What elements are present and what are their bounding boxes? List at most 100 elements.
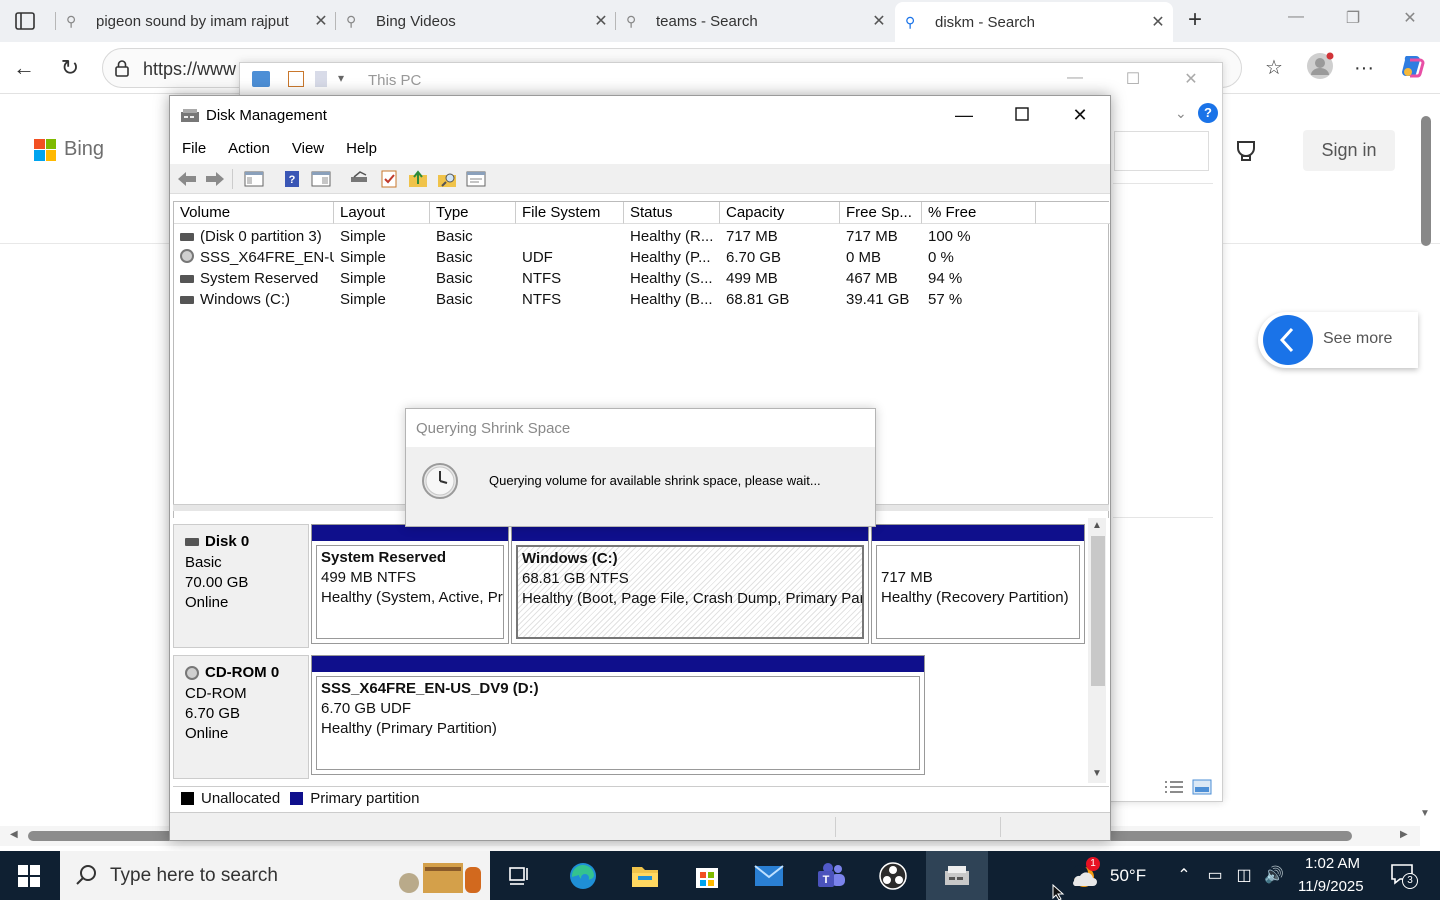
rewards-icon[interactable]: [1232, 136, 1262, 166]
partition-cdrom-d[interactable]: SSS_X64FRE_EN-US_DV9 (D:) 6.70 GB UDF He…: [311, 655, 925, 775]
new-tab-button[interactable]: +: [1180, 6, 1210, 36]
search-icon: [76, 865, 96, 885]
maximize-icon[interactable]: ☐: [1113, 69, 1153, 89]
tab-close-icon[interactable]: ✕: [1143, 12, 1173, 32]
column-header-percent-free[interactable]: % Free: [922, 202, 1036, 224]
scroll-up-arrow-icon[interactable]: ▲: [1092, 520, 1102, 531]
mail-taskbar-button[interactable]: [740, 851, 798, 900]
tab-close-icon[interactable]: ✕: [864, 11, 894, 31]
menu-view[interactable]: View: [280, 136, 334, 162]
close-icon[interactable]: ✕: [1057, 100, 1103, 130]
menu-action[interactable]: Action: [216, 136, 280, 162]
back-button[interactable]: ←: [8, 52, 40, 84]
scroll-down-arrow-icon[interactable]: ▼: [1420, 808, 1430, 819]
connect-drive-icon[interactable]: [348, 169, 370, 189]
folder-search-icon[interactable]: [436, 169, 458, 189]
column-header-file-system[interactable]: File System: [516, 202, 624, 224]
clock-time[interactable]: 1:02 AM: [1305, 855, 1360, 872]
profile-avatar[interactable]: [1304, 52, 1336, 84]
minimize-icon[interactable]: —: [941, 100, 987, 130]
properties-icon[interactable]: [288, 71, 304, 87]
column-header-capacity[interactable]: Capacity: [720, 202, 840, 224]
minimize-icon[interactable]: —: [1055, 69, 1095, 87]
details-view-icon[interactable]: [1164, 779, 1186, 795]
folder-icon[interactable]: [315, 71, 327, 87]
chevron-down-icon[interactable]: ▾: [338, 71, 344, 85]
scroll-left-arrow-icon[interactable]: ◀: [10, 829, 18, 840]
weather-widget[interactable]: 1: [1068, 857, 1100, 891]
tab-diskm-search[interactable]: ⚲ diskm - Search ✕: [895, 2, 1173, 42]
volume-icon[interactable]: 🔊: [1262, 865, 1286, 885]
chevron-up-icon[interactable]: ⌃: [1172, 865, 1196, 885]
properties-window-icon[interactable]: [465, 169, 487, 189]
edge-taskbar-button[interactable]: [554, 851, 612, 900]
tab-actions-button[interactable]: [6, 6, 44, 36]
column-header-status[interactable]: Status: [624, 202, 720, 224]
chevron-down-icon[interactable]: ⌄: [1175, 105, 1187, 122]
maximize-icon[interactable]: [999, 100, 1045, 130]
tab-close-icon[interactable]: ✕: [586, 11, 616, 31]
start-button[interactable]: [0, 851, 58, 900]
large-icons-view-icon[interactable]: [1192, 779, 1214, 795]
table-row[interactable]: Windows (C:) Simple Basic NTFS Healthy (…: [174, 289, 1104, 310]
minimize-icon[interactable]: —: [1276, 8, 1316, 26]
forward-arrow-icon[interactable]: [204, 169, 226, 189]
favorites-icon[interactable]: ☆: [1258, 52, 1290, 84]
close-icon[interactable]: ✕: [1171, 69, 1211, 89]
task-view-button[interactable]: [490, 851, 548, 900]
column-header-free-space[interactable]: Free Sp...: [840, 202, 922, 224]
folder-up-icon[interactable]: [407, 169, 429, 189]
copilot-icon[interactable]: [1396, 52, 1428, 84]
page-scroll-thumb[interactable]: [1421, 116, 1431, 246]
column-header-type[interactable]: Type: [430, 202, 516, 224]
sign-in-button[interactable]: Sign in: [1303, 130, 1395, 171]
cdrom-0-label[interactable]: CD-ROM 0 CD-ROM 6.70 GB Online: [173, 655, 309, 779]
querying-shrink-dialog[interactable]: Querying Shrink Space Querying volume fo…: [405, 408, 876, 527]
teams-taskbar-button[interactable]: T: [802, 851, 860, 900]
disk-management-taskbar-button[interactable]: [926, 851, 988, 900]
dialog-titlebar[interactable]: Querying Shrink Space: [406, 409, 875, 447]
disk-0-label[interactable]: Disk 0 Basic 70.00 GB Online: [173, 524, 309, 648]
tab-close-icon[interactable]: ✕: [306, 11, 336, 31]
restore-icon[interactable]: ❐: [1333, 8, 1373, 28]
taskbar-search[interactable]: Type here to search: [60, 851, 490, 900]
tab-pigeon[interactable]: ⚲ pigeon sound by imam rajput ✕: [56, 0, 336, 42]
file-explorer-taskbar-button[interactable]: [616, 851, 674, 900]
store-taskbar-button[interactable]: [678, 851, 736, 900]
console-tree-icon[interactable]: [243, 169, 265, 189]
explorer-search-box[interactable]: [1114, 131, 1209, 171]
scroll-right-arrow-icon[interactable]: ▶: [1400, 829, 1408, 840]
device-icon[interactable]: ▭: [1203, 865, 1227, 885]
checklist-icon[interactable]: [378, 169, 400, 189]
obs-taskbar-button[interactable]: [864, 851, 922, 900]
close-icon[interactable]: ✕: [1390, 8, 1430, 28]
bing-logo[interactable]: Bing: [34, 138, 104, 161]
table-row[interactable]: (Disk 0 partition 3) Simple Basic Health…: [174, 226, 1104, 247]
tab-teams-search[interactable]: ⚲ teams - Search ✕: [616, 0, 894, 42]
disk-graphical-view[interactable]: Disk 0 Basic 70.00 GB Online System Rese…: [173, 518, 1109, 783]
graph-scroll-thumb[interactable]: [1091, 536, 1105, 686]
table-row[interactable]: SSS_X64FRE_EN-U... Simple Basic UDF Heal…: [174, 247, 1104, 268]
column-header-volume[interactable]: Volume: [174, 202, 334, 224]
show-hide-icon[interactable]: [310, 169, 332, 189]
see-more-button[interactable]: See more: [1258, 312, 1418, 368]
partition-system-reserved[interactable]: System Reserved 499 MB NTFS Healthy (Sys…: [311, 524, 509, 644]
more-options-icon[interactable]: ···: [1348, 52, 1380, 84]
menu-file[interactable]: File: [170, 136, 216, 162]
network-icon[interactable]: ◫: [1232, 865, 1256, 885]
tab-bing-videos[interactable]: ⚲ Bing Videos ✕: [336, 0, 616, 42]
help-book-icon[interactable]: ?: [281, 169, 303, 189]
weather-temperature[interactable]: 50°F: [1110, 866, 1146, 886]
partition-recovery[interactable]: 717 MB Healthy (Recovery Partition): [871, 524, 1085, 644]
help-icon[interactable]: ?: [1198, 103, 1218, 123]
back-arrow-icon[interactable]: [176, 169, 198, 189]
clock-date[interactable]: 11/9/2025: [1298, 878, 1364, 895]
menu-help[interactable]: Help: [334, 136, 387, 162]
table-row[interactable]: System Reserved Simple Basic NTFS Health…: [174, 268, 1104, 289]
window-titlebar[interactable]: Disk Management — ✕: [170, 96, 1110, 134]
column-header-layout[interactable]: Layout: [334, 202, 430, 224]
partition-windows-c[interactable]: Windows (C:) 68.81 GB NTFS Healthy (Boot…: [511, 524, 869, 644]
scroll-down-arrow-icon[interactable]: ▼: [1092, 768, 1102, 779]
refresh-button[interactable]: ↻: [54, 52, 86, 84]
notifications-button[interactable]: 3: [1390, 863, 1418, 889]
